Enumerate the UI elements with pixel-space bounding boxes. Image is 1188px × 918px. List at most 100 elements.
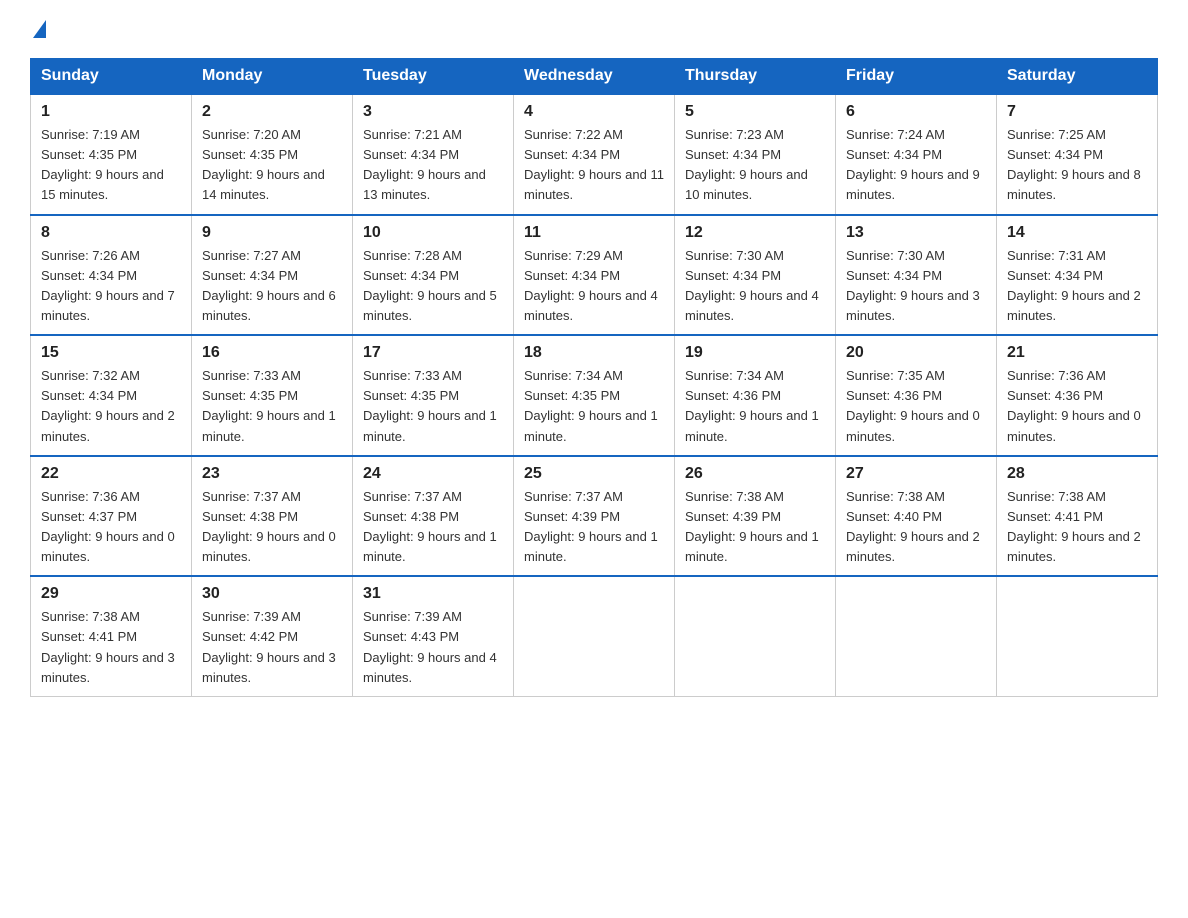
day-number: 22 [41, 465, 181, 483]
day-info: Sunrise: 7:33 AMSunset: 4:35 PMDaylight:… [363, 366, 503, 447]
calendar-cell: 24 Sunrise: 7:37 AMSunset: 4:38 PMDayligh… [353, 456, 514, 577]
day-info: Sunrise: 7:28 AMSunset: 4:34 PMDaylight:… [363, 246, 503, 327]
day-info: Sunrise: 7:34 AMSunset: 4:35 PMDaylight:… [524, 366, 664, 447]
calendar-cell: 16Sunrise: 7:33 AMSunset: 4:35 PMDayligh… [192, 335, 353, 456]
day-info: Sunrise: 7:37 AMSunset: 4:38 PMDaylight:… [202, 487, 342, 568]
day-info: Sunrise: 7:34 AMSunset: 4:36 PMDaylight:… [685, 366, 825, 447]
calendar-cell: 2Sunrise: 7:20 AMSunset: 4:35 PMDaylight… [192, 94, 353, 215]
calendar-cell: 29 Sunrise: 7:38 AMSunset: 4:41 PMDayligh… [31, 576, 192, 696]
day-info: Sunrise: 7:27 AMSunset: 4:34 PMDaylight:… [202, 246, 342, 327]
day-info: Sunrise: 7:38 AMSunset: 4:41 PMDaylight:… [1007, 487, 1147, 568]
column-header-tuesday: Tuesday [353, 59, 514, 95]
calendar-cell: 31 Sunrise: 7:39 AMSunset: 4:43 PMDayligh… [353, 576, 514, 696]
calendar-cell: 18 Sunrise: 7:34 AMSunset: 4:35 PMDayligh… [514, 335, 675, 456]
calendar-cell: 25Sunrise: 7:37 AMSunset: 4:39 PMDayligh… [514, 456, 675, 577]
day-number: 21 [1007, 344, 1147, 362]
calendar-cell: 14Sunrise: 7:31 AMSunset: 4:34 PMDayligh… [997, 215, 1158, 336]
calendar-cell: 1 Sunrise: 7:19 AMSunset: 4:35 PMDaylight… [31, 94, 192, 215]
day-info: Sunrise: 7:26 AMSunset: 4:34 PMDaylight:… [41, 246, 181, 327]
calendar-cell: 27 Sunrise: 7:38 AMSunset: 4:40 PMDayligh… [836, 456, 997, 577]
calendar-table: SundayMondayTuesdayWednesdayThursdayFrid… [30, 58, 1158, 697]
calendar-cell [675, 576, 836, 696]
calendar-cell: 8 Sunrise: 7:26 AMSunset: 4:34 PMDaylight… [31, 215, 192, 336]
day-info: Sunrise: 7:30 AMSunset: 4:34 PMDaylight:… [685, 246, 825, 327]
day-number: 6 [846, 103, 986, 121]
calendar-cell: 6 Sunrise: 7:24 AMSunset: 4:34 PMDaylight… [836, 94, 997, 215]
calendar-week-row: 29 Sunrise: 7:38 AMSunset: 4:41 PMDayligh… [31, 576, 1158, 696]
page-header [30, 20, 1158, 38]
calendar-cell: 30 Sunrise: 7:39 AMSunset: 4:42 PMDayligh… [192, 576, 353, 696]
column-header-monday: Monday [192, 59, 353, 95]
day-number: 1 [41, 103, 181, 121]
column-header-wednesday: Wednesday [514, 59, 675, 95]
day-number: 30 [202, 585, 342, 603]
calendar-cell: 15Sunrise: 7:32 AMSunset: 4:34 PMDayligh… [31, 335, 192, 456]
day-info: Sunrise: 7:38 AMSunset: 4:40 PMDaylight:… [846, 487, 986, 568]
day-number: 19 [685, 344, 825, 362]
day-number: 18 [524, 344, 664, 362]
calendar-cell: 28 Sunrise: 7:38 AMSunset: 4:41 PMDayligh… [997, 456, 1158, 577]
day-number: 13 [846, 224, 986, 242]
day-info: Sunrise: 7:19 AMSunset: 4:35 PMDaylight:… [41, 125, 181, 206]
calendar-week-row: 1 Sunrise: 7:19 AMSunset: 4:35 PMDaylight… [31, 94, 1158, 215]
logo [30, 20, 46, 38]
day-number: 11 [524, 224, 664, 242]
calendar-cell: 26 Sunrise: 7:38 AMSunset: 4:39 PMDayligh… [675, 456, 836, 577]
day-number: 7 [1007, 103, 1147, 121]
calendar-cell: 7 Sunrise: 7:25 AMSunset: 4:34 PMDaylight… [997, 94, 1158, 215]
day-number: 28 [1007, 465, 1147, 483]
column-header-friday: Friday [836, 59, 997, 95]
day-number: 9 [202, 224, 342, 242]
day-number: 26 [685, 465, 825, 483]
calendar-cell: 20 Sunrise: 7:35 AMSunset: 4:36 PMDayligh… [836, 335, 997, 456]
calendar-week-row: 22 Sunrise: 7:36 AMSunset: 4:37 PMDayligh… [31, 456, 1158, 577]
calendar-cell: 12 Sunrise: 7:30 AMSunset: 4:34 PMDayligh… [675, 215, 836, 336]
day-info: Sunrise: 7:30 AMSunset: 4:34 PMDaylight:… [846, 246, 986, 327]
day-number: 31 [363, 585, 503, 603]
column-header-saturday: Saturday [997, 59, 1158, 95]
day-info: Sunrise: 7:22 AMSunset: 4:34 PMDaylight:… [524, 125, 664, 206]
day-number: 17 [363, 344, 503, 362]
day-info: Sunrise: 7:39 AMSunset: 4:43 PMDaylight:… [363, 607, 503, 688]
day-info: Sunrise: 7:29 AMSunset: 4:34 PMDaylight:… [524, 246, 664, 327]
calendar-cell [997, 576, 1158, 696]
day-info: Sunrise: 7:23 AMSunset: 4:34 PMDaylight:… [685, 125, 825, 206]
day-number: 3 [363, 103, 503, 121]
day-number: 15 [41, 344, 181, 362]
column-header-sunday: Sunday [31, 59, 192, 95]
column-header-thursday: Thursday [675, 59, 836, 95]
day-number: 29 [41, 585, 181, 603]
calendar-cell: 22 Sunrise: 7:36 AMSunset: 4:37 PMDayligh… [31, 456, 192, 577]
day-info: Sunrise: 7:38 AMSunset: 4:41 PMDaylight:… [41, 607, 181, 688]
day-number: 12 [685, 224, 825, 242]
calendar-week-row: 8 Sunrise: 7:26 AMSunset: 4:34 PMDaylight… [31, 215, 1158, 336]
day-info: Sunrise: 7:33 AMSunset: 4:35 PMDaylight:… [202, 366, 342, 447]
calendar-week-row: 15Sunrise: 7:32 AMSunset: 4:34 PMDayligh… [31, 335, 1158, 456]
calendar-cell: 23Sunrise: 7:37 AMSunset: 4:38 PMDayligh… [192, 456, 353, 577]
day-number: 4 [524, 103, 664, 121]
calendar-cell: 19 Sunrise: 7:34 AMSunset: 4:36 PMDayligh… [675, 335, 836, 456]
day-number: 10 [363, 224, 503, 242]
day-number: 24 [363, 465, 503, 483]
day-number: 25 [524, 465, 664, 483]
day-info: Sunrise: 7:25 AMSunset: 4:34 PMDaylight:… [1007, 125, 1147, 206]
day-info: Sunrise: 7:39 AMSunset: 4:42 PMDaylight:… [202, 607, 342, 688]
day-info: Sunrise: 7:36 AMSunset: 4:37 PMDaylight:… [41, 487, 181, 568]
day-info: Sunrise: 7:36 AMSunset: 4:36 PMDaylight:… [1007, 366, 1147, 447]
calendar-cell: 5Sunrise: 7:23 AMSunset: 4:34 PMDaylight… [675, 94, 836, 215]
day-info: Sunrise: 7:38 AMSunset: 4:39 PMDaylight:… [685, 487, 825, 568]
calendar-cell: 4 Sunrise: 7:22 AMSunset: 4:34 PMDaylight… [514, 94, 675, 215]
day-info: Sunrise: 7:35 AMSunset: 4:36 PMDaylight:… [846, 366, 986, 447]
calendar-cell [836, 576, 997, 696]
day-number: 8 [41, 224, 181, 242]
day-info: Sunrise: 7:21 AMSunset: 4:34 PMDaylight:… [363, 125, 503, 206]
day-info: Sunrise: 7:31 AMSunset: 4:34 PMDaylight:… [1007, 246, 1147, 327]
day-number: 27 [846, 465, 986, 483]
day-info: Sunrise: 7:37 AMSunset: 4:38 PMDaylight:… [363, 487, 503, 568]
calendar-cell: 9 Sunrise: 7:27 AMSunset: 4:34 PMDaylight… [192, 215, 353, 336]
calendar-cell: 13 Sunrise: 7:30 AMSunset: 4:34 PMDayligh… [836, 215, 997, 336]
day-number: 2 [202, 103, 342, 121]
calendar-header-row: SundayMondayTuesdayWednesdayThursdayFrid… [31, 59, 1158, 95]
day-info: Sunrise: 7:24 AMSunset: 4:34 PMDaylight:… [846, 125, 986, 206]
day-number: 20 [846, 344, 986, 362]
